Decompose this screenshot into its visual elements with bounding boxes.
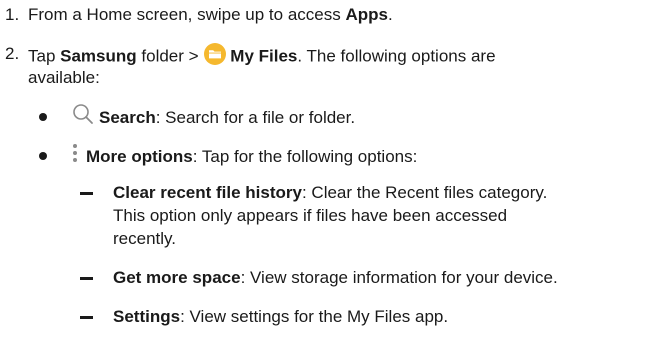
step-1-number: 1. xyxy=(5,5,20,24)
search-label: Search xyxy=(99,107,156,127)
clear-history-label: Clear recent file history xyxy=(113,183,302,202)
more-options-desc: : Tap for the following options: xyxy=(192,146,418,166)
search-icon xyxy=(72,103,94,131)
sub-dash xyxy=(80,277,93,280)
settings-label: Settings xyxy=(113,307,181,326)
clear-history-desc: : Clear the Recent files category. xyxy=(301,183,548,202)
sub-dash xyxy=(80,316,93,319)
get-more-space-desc: : View storage information for your devi… xyxy=(240,268,558,287)
get-more-space-label: Get more space xyxy=(113,268,241,287)
step-2-line-2: available: xyxy=(28,68,100,87)
more-options-label: More options xyxy=(86,146,193,166)
sub-settings: Settings: View settings for the My Files… xyxy=(113,306,448,328)
folder-icon xyxy=(204,43,227,71)
samsung-label: Samsung xyxy=(60,46,137,66)
sub-clear-line-2: This option only appears if files have b… xyxy=(113,206,508,225)
step-1-suffix: . xyxy=(387,5,393,24)
sub-dash xyxy=(80,192,93,195)
bullet-dot xyxy=(39,113,47,121)
sub-get-space: Get more space: View storage information… xyxy=(113,267,558,289)
bullet-search: Search: Search for a file or folder. xyxy=(72,103,356,131)
search-desc: : Search for a file or folder. xyxy=(155,107,356,127)
sub-clear-line-3: recently. xyxy=(113,229,176,248)
my-files-label: My Files xyxy=(230,46,298,66)
step-2-number: 2. xyxy=(5,44,20,63)
settings-desc: : View settings for the My Files app. xyxy=(180,307,449,326)
folder-separator: folder > xyxy=(136,46,204,66)
bullet-more-options: More options: Tap for the following opti… xyxy=(72,142,418,170)
more-options-icon xyxy=(72,142,78,170)
step-1-prefix: From a Home screen, swipe up to access xyxy=(28,5,346,24)
step-2-tap: Tap xyxy=(28,46,61,66)
bullet-dot xyxy=(39,152,47,160)
step-2-suffix: . The following options are xyxy=(297,46,496,66)
apps-label: Apps xyxy=(345,5,388,24)
sub-clear-line-1: Clear recent file history: Clear the Rec… xyxy=(113,182,547,204)
step-1-text: From a Home screen, swipe up to access A… xyxy=(28,4,393,26)
